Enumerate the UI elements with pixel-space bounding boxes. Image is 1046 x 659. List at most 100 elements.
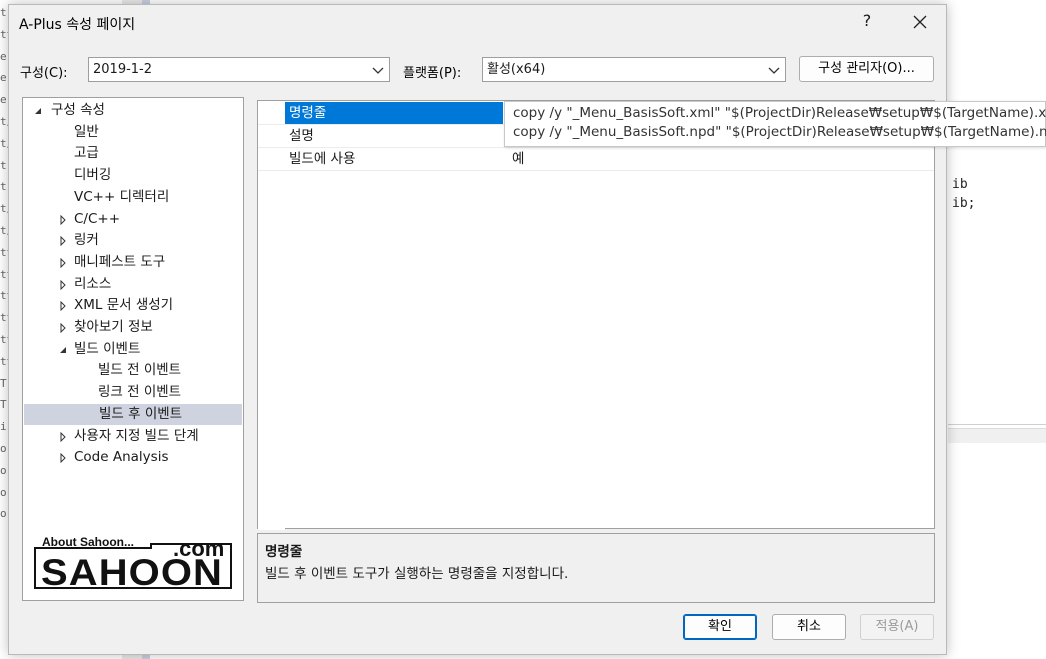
property-name[interactable]: 명령줄 [285,102,503,124]
tree-item[interactable]: 매니페스트 도구 [23,252,243,273]
background-glyph: tt [0,311,8,325]
tree-expanded-arrow-icon[interactable] [58,345,68,355]
tree-item[interactable]: 디버깅 [23,165,243,186]
background-glyph: T [0,376,7,390]
background-glyph: tt [0,289,8,303]
help-button[interactable]: ? [857,11,877,33]
background-glyph: o [0,485,7,499]
tree-item-label: VC++ 디렉터리 [74,188,170,205]
background-glyph: e [0,49,7,63]
tree-item-label: 링크 전 이벤트 [98,384,182,401]
property-grid[interactable]: 명령줄 설명 빌드에 사용 예 [257,100,935,530]
tree-item-label: 빌드 전 이벤트 [98,362,182,379]
property-name[interactable]: 설명 [285,125,503,147]
background-glyph: tt [0,245,8,259]
tree-collapsed-arrow-icon[interactable] [58,301,68,312]
tree-collapsed-arrow-icon[interactable] [58,279,68,290]
tree-item-label: C/C++ [74,210,121,227]
tree-item-label: XML 문서 생성기 [74,297,174,314]
platform-value: 활성(x64) [487,62,546,77]
logo-main-text: SAHOON [41,552,223,592]
background-glyph: tt [0,333,8,346]
configuration-label: 구성(C): [20,66,68,81]
platform-combo[interactable]: 활성(x64) [482,57,786,82]
tree-item[interactable]: 링커 [23,230,243,251]
property-pages-dialog: A-Plus 속성 페이지 ? 구성(C): 2019-1-2 플랫폼(P): … [8,4,1046,655]
background-glyph: t/ [0,224,8,237]
tree-collapsed-arrow-icon[interactable] [58,323,68,333]
background-glyph: tt [0,267,8,281]
close-button[interactable] [907,11,933,33]
tree-item-label: 빌드 후 이벤트 [99,405,183,422]
tooltip-line: copy /y "_Menu_BasisSoft.xml" "$(Project… [513,105,1046,121]
tree-item[interactable]: C/C++ [23,209,243,230]
tree-item-label: 고급 [74,145,99,162]
tree-item[interactable]: XML 문서 생성기 [23,295,243,316]
cancel-button[interactable]: 취소 [772,614,846,640]
tree-item[interactable]: 고급 [23,143,243,164]
tree-collapsed-arrow-icon[interactable] [58,453,68,464]
tree-item[interactable]: 찾아보기 정보 [23,317,243,338]
ok-button[interactable]: 확인 [683,614,757,640]
tree-collapsed-arrow-icon[interactable] [58,214,68,225]
chevron-down-icon [372,67,384,74]
configuration-manager-button[interactable]: 구성 관리자(O)... [799,56,934,82]
background-glyph: e( [0,71,8,85]
close-icon [913,15,927,29]
background-panel-header [948,428,1046,443]
background-glyph: t/ [0,136,8,150]
tree-collapsed-arrow-icon[interactable] [58,431,68,442]
configuration-value: 2019-1-2 [93,62,153,77]
tree-item-label: 구성 속성 [51,102,105,118]
tree-item-label: 찾아보기 정보 [74,319,153,335]
tree-item-label: 리소스 [74,275,112,292]
background-divider [948,424,1046,425]
tree-item[interactable]: 빌드 전 이벤트 [23,360,243,381]
tree-item-label: 링커 [74,232,99,249]
tree-item-label: 디버깅 [74,167,112,184]
chevron-down-icon [768,67,780,74]
tree-item[interactable]: 사용자 지정 빌드 단계 [23,426,243,447]
background-code-line: ib [952,177,968,192]
tree-item-label: Code Analysis [74,449,169,466]
tree-item-label: 사용자 지정 빌드 단계 [74,427,199,444]
background-code-line: ib; [952,196,976,211]
tree-item[interactable]: Code Analysis [23,447,243,468]
tree-item[interactable]: 링크 전 이벤트 [23,382,243,403]
apply-button[interactable]: 적용(A) [860,614,934,640]
property-tree[interactable]: 구성 속성일반고급디버깅 VC++ 디렉터리 C/C++ 링커매니페스트 도구리소스 X… [22,97,244,601]
tree-item[interactable]: 일반 [23,122,243,143]
tree-item[interactable]: 구성 속성 [23,100,243,121]
tree-item[interactable]: 리소스 [23,274,243,295]
background-glyph: t( [0,180,8,194]
tree-item-label: 일반 [74,123,99,140]
tree-collapsed-arrow-icon[interactable] [58,257,68,268]
background-editor-edge: trttee(e(t/t/t(t(t/t/ttttttttttttTTioooo [0,0,8,659]
background-glyph: t/ [0,115,8,128]
property-value[interactable]: 예 [508,148,524,170]
sahoon-logo: About Sahoon... .com SAHOON [33,534,233,596]
tree-item[interactable]: 빌드 후 이벤트 [24,403,242,425]
property-name[interactable]: 빌드에 사용 [285,148,503,170]
background-glyph: e( [0,93,8,107]
tree-item-label: 매니페스트 도구 [74,253,166,270]
description-text: 빌드 후 이벤트 도구가 실행하는 명령줄을 지정합니다. [265,566,569,582]
configuration-combo[interactable]: 2019-1-2 [88,57,390,82]
background-glyph: i [0,420,7,434]
background-glyph: o [0,463,7,477]
tree-collapsed-arrow-icon[interactable] [58,236,68,247]
property-row[interactable]: 빌드에 사용 예 [258,148,934,171]
tree-item[interactable]: VC++ 디렉터리 [23,187,243,208]
description-panel: 명령줄 빌드 후 이벤트 도구가 실행하는 명령줄을 지정합니다. [257,533,935,603]
tree-item-label: 빌드 이벤트 [74,340,141,357]
background-glyph: o [0,507,7,521]
background-glyph: T [0,398,7,412]
background-glyph: o [0,442,7,455]
tooltip-line: copy /y "_Menu_BasisSoft.npd" "$(Project… [513,124,1046,140]
tree-expanded-arrow-icon[interactable] [33,106,43,116]
sahoon-logo-graphic: About Sahoon... .comSAHOON [34,535,232,593]
platform-label: 플랫폼(P): [403,66,462,81]
logo-top-text: About Sahoon... [42,535,134,549]
description-title: 명령줄 [265,544,303,560]
tree-item[interactable]: 빌드 이벤트 [23,339,243,360]
